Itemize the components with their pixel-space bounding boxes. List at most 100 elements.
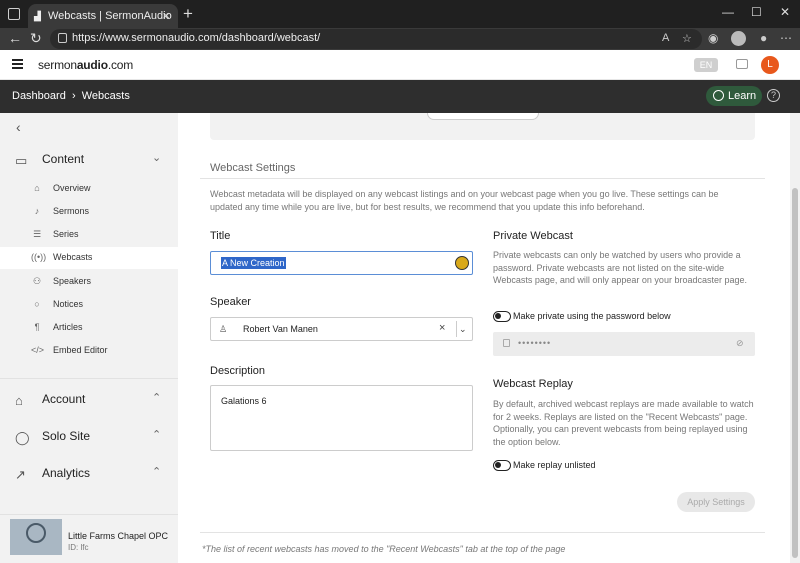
church-id: ID: lfc — [68, 543, 89, 552]
grammar-extension-icon[interactable] — [455, 256, 469, 270]
sidebar-section-account[interactable]: ⌂ Account ⌃ — [0, 385, 178, 415]
browser-tab[interactable]: ▟ Webcasts | SermonAudio × — [28, 4, 178, 28]
language-selector[interactable]: EN — [694, 58, 718, 72]
apply-settings-button[interactable]: Apply Settings — [677, 492, 755, 512]
private-toggle-label: Make private using the password below — [513, 311, 671, 321]
new-tab-icon[interactable]: + — [183, 4, 193, 24]
replay-toggle-label: Make replay unlisted — [513, 460, 596, 470]
sidebar-item-speakers[interactable]: ⚇ Speakers — [0, 271, 178, 293]
sidebar-item-articles[interactable]: ¶ Articles — [0, 317, 178, 339]
scrollbar-thumb[interactable] — [792, 188, 798, 558]
sidebar-item-webcasts[interactable]: ((•)) Webcasts — [0, 247, 178, 269]
messages-icon[interactable] — [736, 59, 748, 69]
breadcrumb: Dashboard › Webcasts — [12, 90, 130, 102]
window-menu-icon[interactable] — [8, 8, 20, 20]
folder-icon: ▭ — [15, 153, 28, 168]
private-webcast-text: Private webcasts can only be watched by … — [493, 250, 747, 285]
settings-intro: Webcast metadata will be displayed on an… — [210, 189, 719, 212]
copilot-icon[interactable]: ● — [760, 31, 767, 45]
church-card[interactable]: Little Farms Chapel OPC ID: lfc — [0, 514, 178, 563]
breadcrumb-dashboard[interactable]: Dashboard — [12, 90, 66, 102]
hamburger-menu-icon[interactable] — [12, 59, 23, 69]
eye-off-icon: ⊘ — [736, 338, 744, 348]
church-name: Little Farms Chapel OPC — [68, 531, 169, 541]
select-separator — [456, 321, 457, 337]
tab-title: Webcasts | SermonAudio — [48, 10, 172, 22]
learn-label: Learn — [728, 90, 757, 102]
footnote: *The list of recent webcasts has moved t… — [200, 532, 765, 554]
sidebar-section-content[interactable]: ▭ Content ⌄ — [0, 145, 178, 175]
chevron-up-icon: ⌃ — [152, 429, 162, 441]
webcast-replay-text: By default, archived webcast replays are… — [493, 399, 754, 447]
help-icon[interactable]: ? — [767, 89, 780, 102]
app-header: sermonaudio.com EN L — [0, 50, 800, 80]
reload-icon[interactable]: ↻ — [30, 30, 42, 47]
replay-toggle[interactable] — [493, 460, 511, 471]
breadcrumb-bar: Dashboard › Webcasts Learn ? — [0, 80, 800, 113]
description-textarea[interactable]: Galations 6 — [210, 385, 473, 451]
lock-icon — [503, 339, 510, 347]
read-aloud-icon[interactable]: A — [662, 32, 669, 44]
speaker-select[interactable]: ♙ Robert Van Manen × ⌄ — [210, 317, 473, 341]
lock-icon — [58, 33, 67, 43]
chevron-up-icon: ⌃ — [152, 392, 162, 404]
sermonaudio-logo[interactable]: sermonaudio.com — [38, 58, 133, 72]
maximize-icon[interactable]: ☐ — [751, 5, 762, 19]
sidebar-item-overview[interactable]: ⌂ Overview — [0, 178, 178, 200]
minimize-icon[interactable]: — — [722, 5, 734, 19]
chevron-up-icon: ⌄ — [152, 152, 162, 164]
speaker-value: Robert Van Manen — [243, 324, 318, 334]
learn-button[interactable]: Learn — [706, 86, 762, 106]
title-input[interactable]: A New Creation — [210, 251, 473, 275]
clear-icon[interactable]: × — [439, 322, 445, 334]
webcast-info-box — [210, 113, 755, 140]
list-icon: ☰ — [32, 229, 42, 239]
url-text: https://www.sermonaudio.com/dashboard/we… — [72, 32, 321, 44]
home-icon: ⌂ — [15, 393, 23, 408]
profile-icon[interactable] — [731, 31, 746, 46]
sidebar: ‹ ▭ Content ⌄ ⌂ Overview ♪ Sermons ☰ Ser… — [0, 113, 178, 563]
favorite-star-icon[interactable]: ☆ — [682, 32, 692, 45]
person-icon: ◯ — [15, 430, 30, 445]
chevron-down-icon[interactable]: ⌄ — [459, 324, 467, 335]
sidebar-section-analytics[interactable]: ↗ Analytics ⌃ — [0, 459, 178, 489]
address-bar[interactable]: https://www.sermonaudio.com/dashboard/we… — [50, 29, 702, 49]
more-icon[interactable]: ⋯ — [780, 31, 792, 45]
mic-icon: ♪ — [34, 206, 40, 216]
browser-toolbar: ← ↻ https://www.sermonaudio.com/dashboar… — [0, 28, 800, 50]
page-scrollbar[interactable] — [790, 113, 800, 563]
chevron-up-icon: ⌃ — [152, 466, 162, 478]
password-value: •••••••• — [518, 338, 552, 348]
section-divider — [200, 178, 765, 179]
extension-icon[interactable]: ◉ — [708, 31, 718, 45]
sidebar-divider — [0, 378, 178, 379]
sidebar-item-sermons[interactable]: ♪ Sermons — [0, 201, 178, 223]
back-icon[interactable]: ← — [8, 30, 22, 46]
close-window-icon[interactable]: ✕ — [780, 5, 790, 19]
main-content: Webcast Settings Webcast metadata will b… — [178, 113, 790, 563]
sidebar-item-notices[interactable]: ○ Notices — [0, 294, 178, 316]
sidebar-item-series[interactable]: ☰ Series — [0, 224, 178, 246]
chat-icon: ○ — [34, 299, 40, 309]
people-icon: ⚇ — [32, 276, 42, 286]
tab-close-icon[interactable]: × — [162, 8, 170, 23]
home-icon: ⌂ — [34, 183, 40, 193]
chart-icon: ↗ — [15, 467, 26, 482]
sidebar-item-embed-editor[interactable]: </> Embed Editor — [0, 340, 178, 362]
user-avatar[interactable]: L — [761, 56, 779, 74]
broadcast-icon: ((•)) — [31, 252, 47, 262]
collapse-sidebar-icon[interactable]: ‹ — [16, 119, 21, 135]
view-webcast-button[interactable] — [427, 113, 539, 120]
description-label: Description — [210, 365, 266, 377]
person-icon: ♙ — [219, 324, 228, 334]
sidebar-section-solo-site[interactable]: ◯ Solo Site ⌃ — [0, 422, 178, 452]
private-toggle[interactable] — [493, 311, 511, 322]
church-logo — [10, 519, 62, 555]
webcast-replay-title: Webcast Replay — [493, 378, 573, 390]
speaker-label: Speaker — [210, 296, 251, 308]
learn-icon — [713, 90, 724, 101]
breadcrumb-webcasts: Webcasts — [81, 90, 130, 102]
paragraph-icon: ¶ — [34, 322, 40, 332]
sermonaudio-favicon-icon: ▟ — [34, 11, 41, 21]
title-label: Title — [210, 230, 231, 242]
